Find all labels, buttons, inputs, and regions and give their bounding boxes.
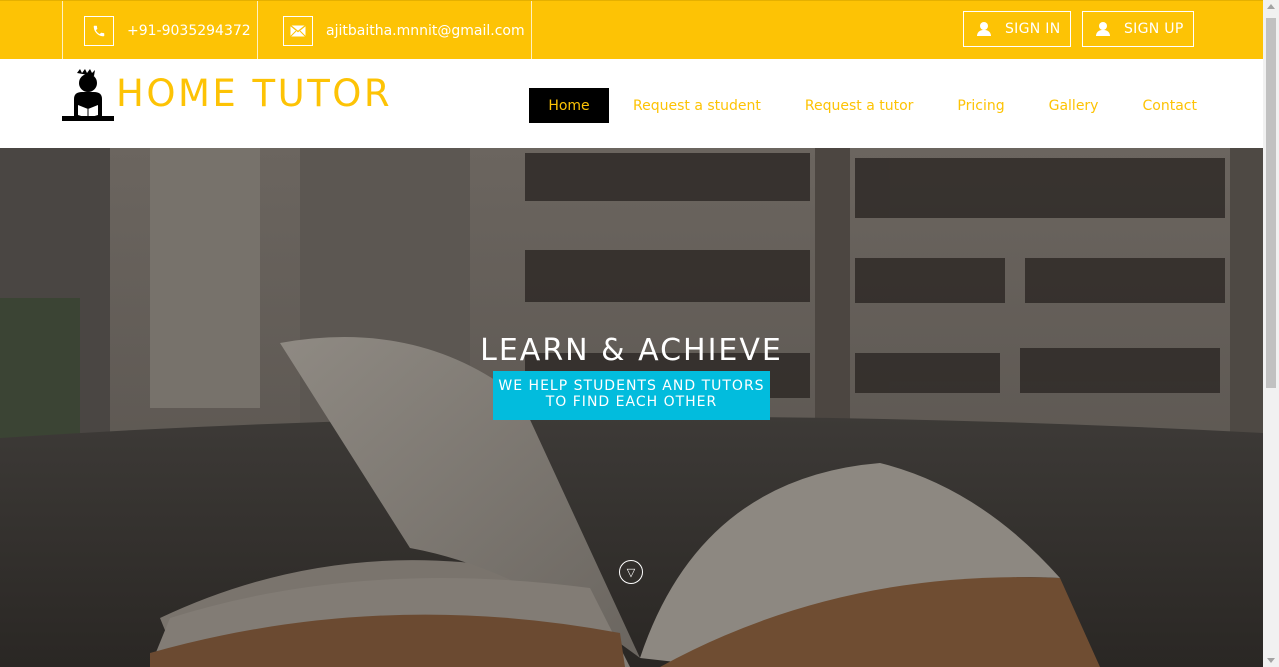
nav-request-tutor[interactable]: Request a tutor — [805, 88, 914, 123]
nav-request-student[interactable]: Request a student — [633, 88, 761, 123]
sign-in-button[interactable]: SIGN IN — [963, 11, 1071, 47]
tutor-reading-icon — [62, 69, 114, 121]
sign-up-button[interactable]: SIGN UP — [1082, 11, 1194, 47]
hero-subtitle: WE HELP STUDENTS AND TUTORS TO FIND EACH… — [493, 371, 770, 420]
email-contact[interactable]: ajitbaitha.mnnit@gmail.com — [257, 1, 532, 60]
chevron-down-circle-icon[interactable]: ▽ — [619, 560, 643, 584]
scrollbar-thumb[interactable] — [1266, 18, 1276, 388]
sign-in-label: SIGN IN — [1005, 21, 1061, 37]
nav-pricing[interactable]: Pricing — [957, 88, 1004, 123]
scroll-down-arrow-icon[interactable] — [1267, 658, 1275, 663]
hero-title: LEARN & ACHIEVE — [480, 333, 783, 368]
scroll-up-arrow-icon[interactable] — [1267, 4, 1275, 9]
nav-home[interactable]: Home — [529, 88, 609, 123]
main-navbar: HOME TUTOR Home Request a student Reques… — [0, 59, 1263, 148]
brand-logo[interactable]: HOME TUTOR — [62, 69, 392, 121]
phone-icon — [84, 15, 114, 46]
envelope-icon — [283, 15, 313, 46]
phone-number: +91-9035294372 — [127, 22, 251, 39]
top-contact-bar: +91-9035294372 ajitbaitha.mnnit@gmail.co… — [0, 0, 1263, 60]
page-scrollbar[interactable] — [1263, 0, 1279, 667]
brand-name: HOME TUTOR — [116, 72, 393, 115]
nav-gallery[interactable]: Gallery — [1049, 88, 1099, 123]
user-icon — [1096, 22, 1110, 36]
hero-subtitle-line1: WE HELP STUDENTS AND TUTORS — [498, 378, 765, 394]
hero-subtitle-line2: TO FIND EACH OTHER — [545, 394, 718, 410]
email-address: ajitbaitha.mnnit@gmail.com — [326, 22, 525, 39]
hero-banner: LEARN & ACHIEVE WE HELP STUDENTS AND TUT… — [0, 148, 1263, 667]
sign-up-label: SIGN UP — [1124, 21, 1184, 37]
phone-contact[interactable]: +91-9035294372 — [62, 1, 258, 60]
user-icon — [977, 22, 991, 36]
nav-menu: Home Request a student Request a tutor P… — [529, 88, 1197, 123]
nav-contact[interactable]: Contact — [1142, 88, 1196, 123]
